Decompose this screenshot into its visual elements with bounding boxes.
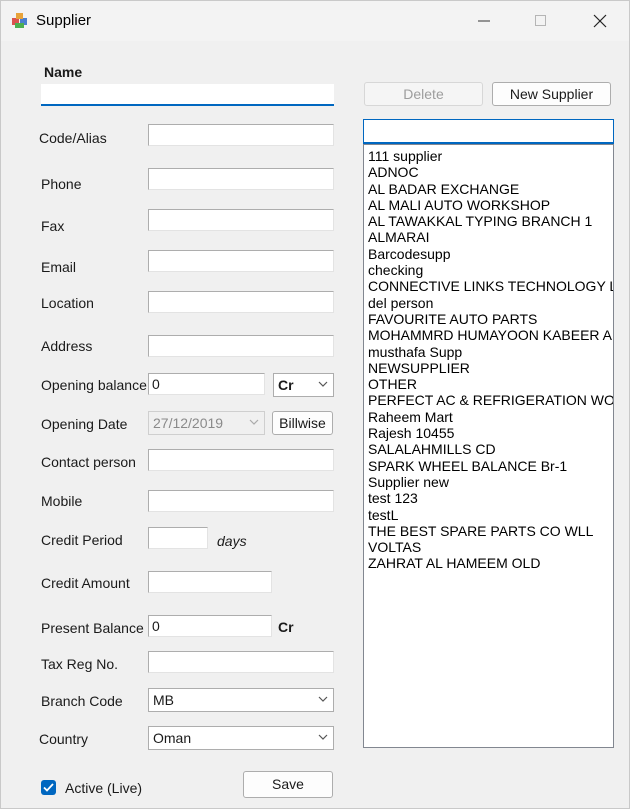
email-input[interactable]	[148, 250, 334, 272]
phone-input[interactable]	[148, 168, 334, 190]
tax-reg-label: Tax Reg No.	[41, 656, 119, 672]
maximize-button[interactable]	[518, 1, 564, 41]
supplier-list-item[interactable]: THE BEST SPARE PARTS CO WLL	[364, 523, 613, 539]
opening-date-picker[interactable]: 27/12/2019	[148, 411, 265, 435]
location-input[interactable]	[148, 291, 334, 313]
supplier-list-item[interactable]: PERFECT AC & REFRIGERATION WOR	[364, 392, 613, 408]
supplier-window: Supplier Name Code/Alias Phone Fax Email…	[0, 0, 630, 809]
chevron-down-icon	[318, 381, 328, 387]
fax-input[interactable]	[148, 209, 334, 231]
supplier-list-item[interactable]: FAVOURITE AUTO PARTS	[364, 311, 613, 327]
opening-balance-type-select[interactable]: Cr	[273, 373, 334, 397]
mobile-input[interactable]	[148, 490, 334, 512]
minimize-button[interactable]	[461, 1, 507, 41]
opening-balance-type-value: Cr	[278, 377, 294, 393]
supplier-list-item[interactable]: VOLTAS	[364, 539, 613, 555]
supplier-list-item[interactable]: ADNOC	[364, 164, 613, 180]
app-icon	[12, 13, 27, 28]
contact-person-label: Contact person	[41, 454, 136, 470]
window-title: Supplier	[36, 12, 92, 29]
supplier-list-item[interactable]: ALMARAI	[364, 229, 613, 245]
address-label: Address	[41, 338, 93, 354]
close-button[interactable]	[577, 1, 623, 41]
save-button[interactable]: Save	[243, 771, 333, 798]
present-balance-type: Cr	[278, 619, 294, 635]
name-input[interactable]	[41, 84, 334, 106]
active-checkbox[interactable]	[41, 780, 56, 795]
supplier-list-item[interactable]: 111 supplier	[364, 148, 613, 164]
present-balance-label: Present Balance	[41, 620, 144, 636]
supplier-list-item[interactable]: del person	[364, 295, 613, 311]
supplier-list-item[interactable]: checking	[364, 262, 613, 278]
credit-amount-input[interactable]	[148, 571, 272, 593]
supplier-list[interactable]: 111 supplier ADNOC AL BADAR EXCHANGE AL MAL…	[363, 144, 614, 748]
supplier-list-item[interactable]: SPARK WHEEL BALANCE Br-1	[364, 458, 613, 474]
delete-button[interactable]: Delete	[364, 82, 483, 106]
supplier-list-item[interactable]: test 123	[364, 490, 613, 506]
supplier-list-item[interactable]: AL MALI AUTO WORKSHOP	[364, 197, 613, 213]
supplier-list-item[interactable]: Rajesh 10455	[364, 425, 613, 441]
supplier-list-item[interactable]: OTHER	[364, 376, 613, 392]
supplier-list-item[interactable]: testL	[364, 507, 613, 523]
opening-balance-label: Opening balance	[41, 377, 147, 393]
branch-code-select[interactable]: MB	[148, 688, 334, 712]
supplier-list-item[interactable]: CONNECTIVE LINKS TECHNOLOGY L.L	[364, 278, 613, 294]
credit-amount-label: Credit Amount	[41, 575, 130, 591]
present-balance-input[interactable]: 0	[148, 615, 272, 637]
opening-date-label: Opening Date	[41, 416, 128, 432]
form-area: Name Code/Alias Phone Fax Email Location…	[1, 41, 629, 808]
supplier-list-item[interactable]: Supplier new	[364, 474, 613, 490]
tax-reg-input[interactable]	[148, 651, 334, 673]
email-label: Email	[41, 259, 77, 275]
supplier-list-items: 111 supplier ADNOC AL BADAR EXCHANGE AL MAL…	[364, 145, 613, 572]
maximize-icon	[535, 15, 546, 26]
supplier-list-item[interactable]: AL TAWAKKAL TYPING BRANCH 1	[364, 213, 613, 229]
close-icon	[593, 14, 607, 28]
credit-period-label: Credit Period	[41, 532, 123, 548]
location-label: Location	[41, 295, 94, 311]
code-alias-label: Code/Alias	[39, 130, 107, 146]
title-bar[interactable]: Supplier	[1, 1, 629, 41]
country-select[interactable]: Oman	[148, 726, 334, 750]
supplier-list-item[interactable]: Raheem Mart	[364, 409, 613, 425]
chevron-down-icon	[249, 419, 259, 425]
supplier-list-item[interactable]: MOHAMMRD HUMAYOON KABEER AU	[364, 327, 613, 343]
days-label: days	[217, 533, 247, 549]
new-supplier-button[interactable]: New Supplier	[492, 82, 611, 106]
mobile-label: Mobile	[41, 493, 83, 509]
credit-period-input[interactable]	[148, 527, 208, 549]
branch-code-label: Branch Code	[41, 693, 123, 709]
supplier-list-item[interactable]: musthafa Supp	[364, 344, 613, 360]
active-label: Active (Live)	[65, 780, 143, 796]
supplier-list-item[interactable]: AL BADAR EXCHANGE	[364, 181, 613, 197]
name-label: Name	[44, 64, 83, 80]
chevron-down-icon	[318, 734, 328, 740]
address-input[interactable]	[148, 335, 334, 357]
minimize-icon	[478, 20, 490, 22]
supplier-list-item[interactable]: ZAHRAT AL HAMEEM OLD	[364, 555, 613, 571]
code-alias-input[interactable]	[148, 124, 334, 146]
opening-date-value: 27/12/2019	[153, 415, 224, 431]
branch-code-value: MB	[153, 692, 174, 708]
fax-label: Fax	[41, 218, 65, 234]
supplier-list-item[interactable]: NEWSUPPLIER	[364, 360, 613, 376]
billwise-button[interactable]: Billwise	[272, 411, 333, 435]
supplier-search-input[interactable]	[363, 119, 614, 144]
country-label: Country	[39, 731, 89, 747]
contact-person-input[interactable]	[148, 449, 334, 471]
supplier-list-item[interactable]: Barcodesupp	[364, 246, 613, 262]
opening-balance-input[interactable]: 0	[148, 373, 265, 395]
chevron-down-icon	[318, 696, 328, 702]
country-value: Oman	[153, 730, 192, 746]
checkmark-icon	[43, 783, 54, 792]
phone-label: Phone	[41, 176, 82, 192]
supplier-list-item[interactable]: SALALAHMILLS CD	[364, 441, 613, 457]
